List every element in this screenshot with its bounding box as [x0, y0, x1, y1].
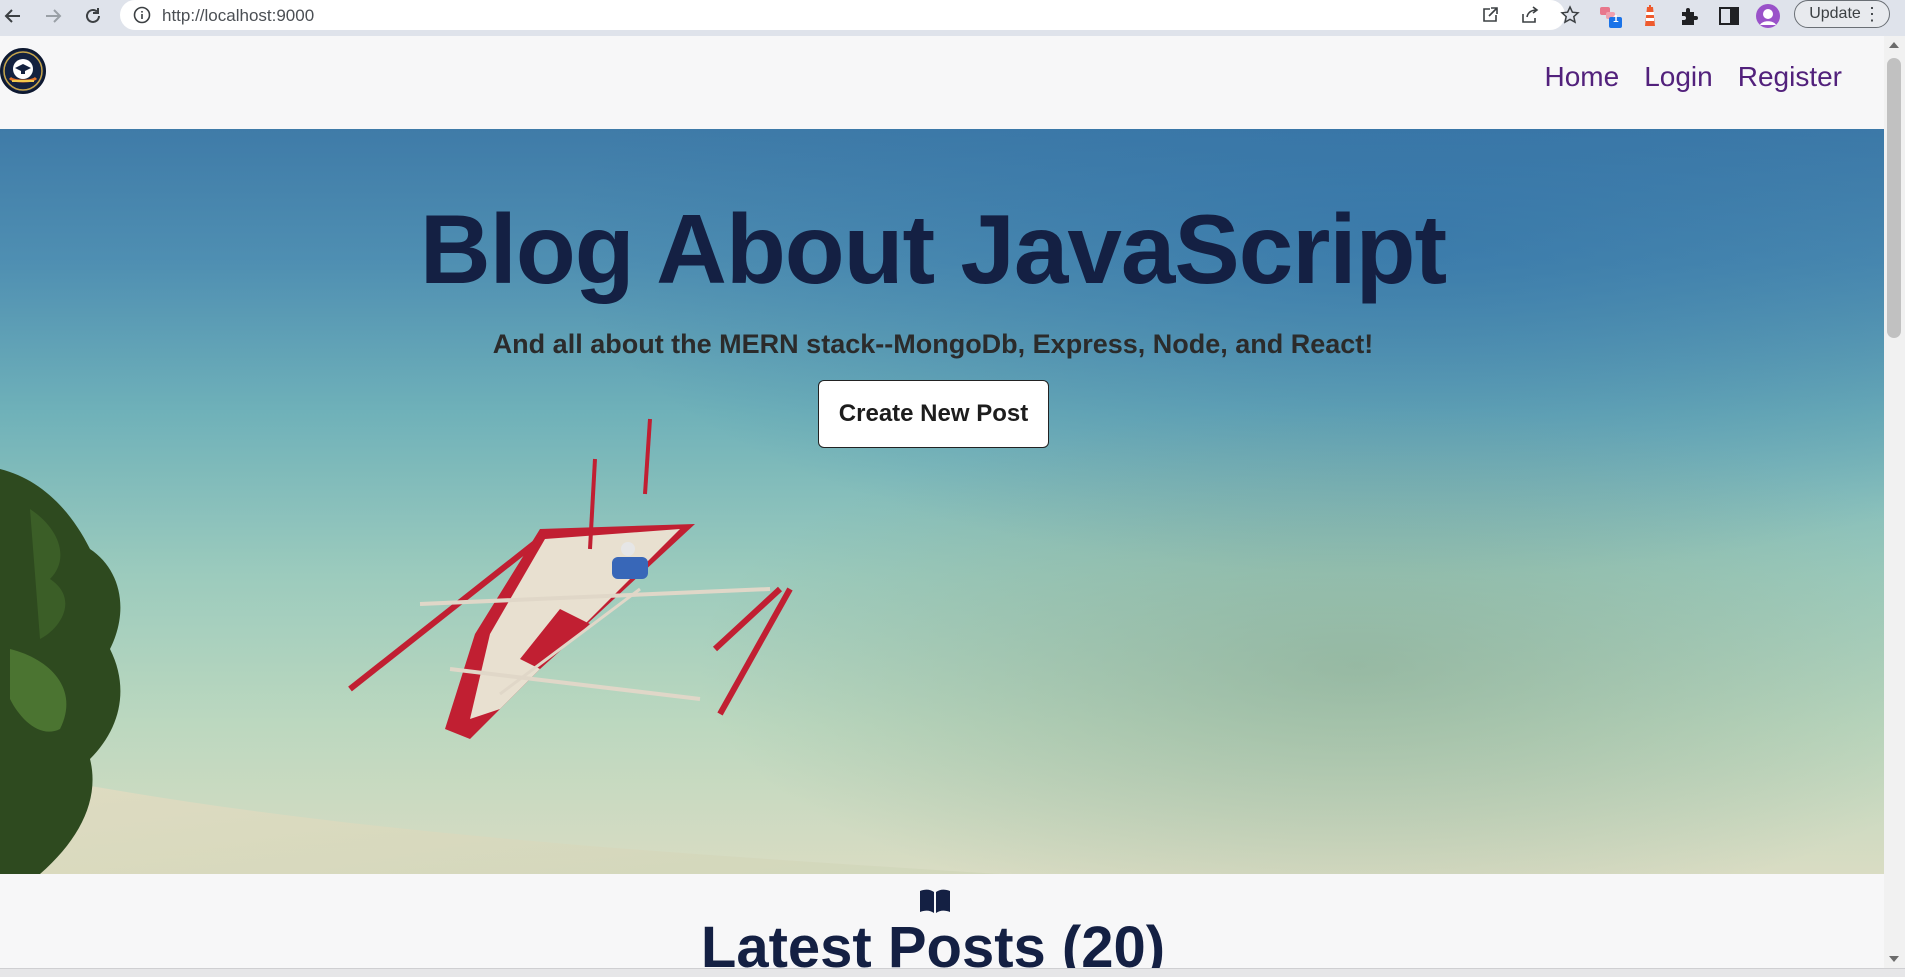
site-info-icon[interactable] — [132, 5, 152, 25]
url-text[interactable]: http://localhost:9000 — [162, 6, 314, 26]
reload-icon[interactable] — [80, 3, 106, 29]
book-open-icon — [920, 889, 950, 913]
side-panel-icon[interactable] — [1716, 3, 1742, 29]
page-scrollbar[interactable] — [1884, 36, 1905, 968]
latest-posts-section: Latest Posts (20) — [0, 874, 1884, 968]
scrollbar-thumb[interactable] — [1887, 58, 1901, 338]
browser-toolbar: http://localhost:9000 1 Update ⋮ — [0, 0, 1905, 36]
extensions-puzzle-icon[interactable] — [1677, 3, 1703, 29]
back-icon[interactable] — [0, 3, 26, 29]
browser-menu-icon[interactable]: ⋮ — [1863, 5, 1881, 23]
scroll-up-arrow-icon[interactable] — [1889, 42, 1899, 48]
site-header: Home Login Register — [0, 36, 1884, 129]
nav-home-link[interactable]: Home — [1545, 61, 1620, 93]
scroll-down-arrow-icon[interactable] — [1889, 956, 1899, 962]
page-viewport: Home Login Register Blog About JavaScrip… — [0, 36, 1884, 968]
profile-avatar-icon[interactable] — [1755, 3, 1781, 29]
browser-bottom-bar — [0, 968, 1905, 977]
bookmark-star-icon[interactable] — [1558, 3, 1582, 27]
lighthouse-extension-icon[interactable] — [1637, 3, 1663, 29]
site-logo[interactable] — [0, 48, 46, 94]
update-button[interactable]: Update ⋮ — [1794, 0, 1890, 28]
open-in-new-icon[interactable] — [1478, 3, 1502, 27]
nav-login-link[interactable]: Login — [1644, 61, 1713, 93]
nav-register-link[interactable]: Register — [1738, 61, 1842, 93]
forward-icon[interactable] — [40, 3, 66, 29]
hero-subtitle: And all about the MERN stack--MongoDb, E… — [492, 329, 1374, 359]
update-label: Update — [1809, 5, 1861, 22]
address-bar[interactable]: http://localhost:9000 — [120, 0, 1580, 30]
create-new-post-button[interactable]: Create New Post — [818, 380, 1049, 448]
hero-title: Blog About JavaScript — [419, 194, 1447, 304]
latest-posts-title: Latest Posts (20) — [700, 915, 1166, 968]
share-icon[interactable] — [1518, 3, 1542, 27]
extension-badge-icon[interactable]: 1 — [1598, 3, 1624, 29]
extension-badge-count: 1 — [1613, 14, 1619, 25]
hero-section: Blog About JavaScript And all about the … — [0, 129, 1884, 874]
main-nav: Home Login Register — [1545, 61, 1842, 93]
